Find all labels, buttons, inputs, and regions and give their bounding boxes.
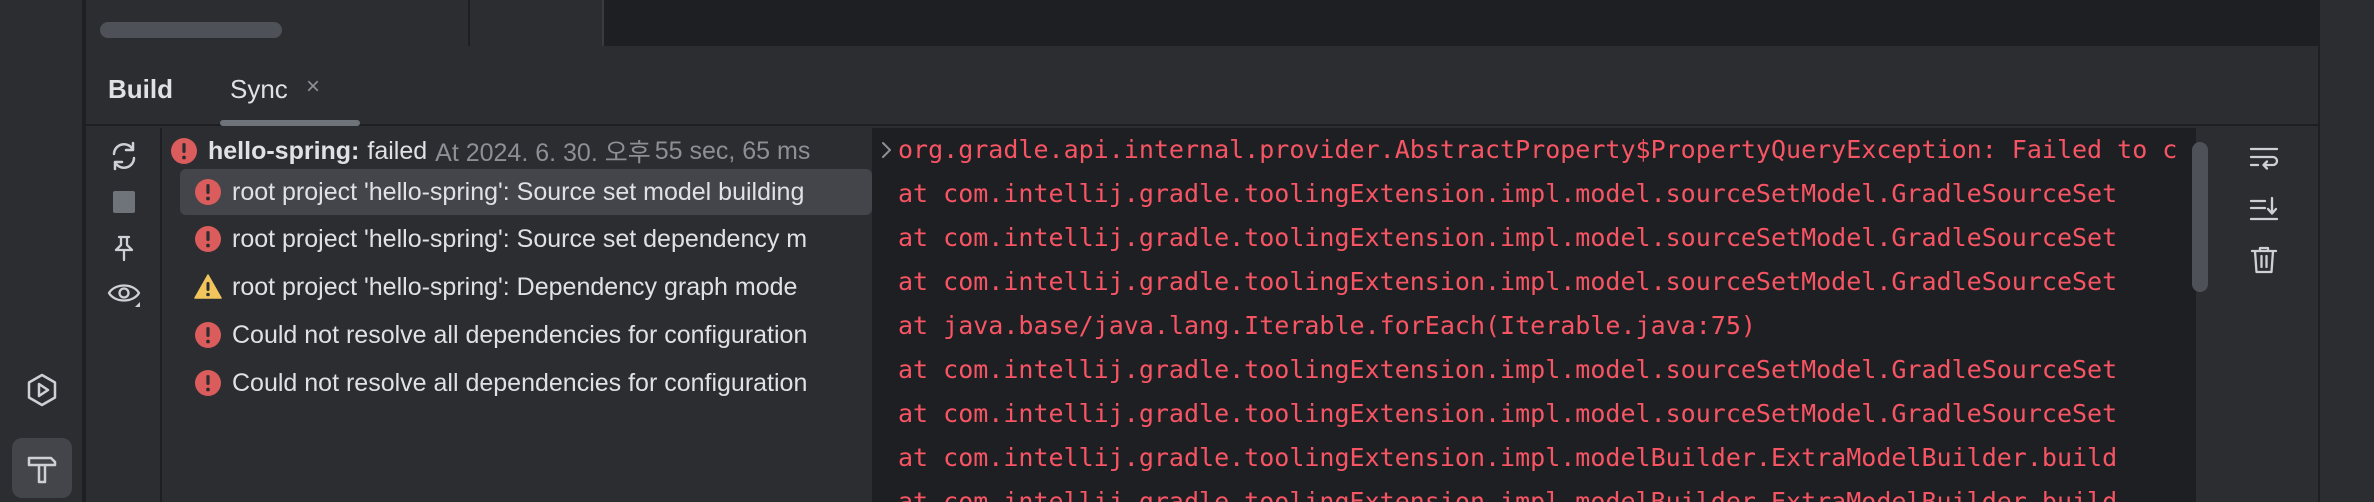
stop-button[interactable]: [104, 182, 144, 222]
build-event-tree: hello-spring: failed At 2024. 6. 30. 오후 …: [164, 128, 872, 502]
trash-icon: [2250, 246, 2278, 274]
console-line: org.gradle.api.internal.provider.Abstrac…: [898, 135, 2178, 164]
pin-button[interactable]: [104, 228, 144, 268]
editor-pane-secondary: [470, 0, 602, 46]
editor-pane: [86, 0, 468, 46]
console-line: at java.base/java.lang.Iterable.forEach(…: [898, 311, 1756, 340]
view-options-button[interactable]: [104, 274, 144, 314]
tree-root-row[interactable]: hello-spring: failed At 2024. 6. 30. 오후 …: [164, 128, 872, 174]
project-name: hello-spring:: [208, 136, 360, 165]
tab-label: Sync: [230, 74, 288, 104]
tree-item-label: root project 'hello-spring': Dependency …: [232, 272, 798, 301]
error-icon: [171, 138, 197, 164]
eye-icon: [107, 284, 141, 307]
stop-icon: [113, 191, 135, 213]
clear-console-button[interactable]: [2244, 240, 2284, 280]
build-tool-button[interactable]: [12, 438, 72, 498]
console-line: at com.intellij.gradle.toolingExtension.…: [898, 487, 2118, 502]
editor-area: [86, 0, 2318, 46]
build-tool-window: Build Sync × hello-spring: failed At 202…: [86, 46, 2318, 502]
console-line: at com.intellij.gradle.toolingExtension.…: [898, 355, 2118, 384]
close-icon[interactable]: ×: [306, 74, 320, 100]
error-icon: [195, 370, 221, 396]
tab-sync[interactable]: Sync ×: [208, 46, 360, 126]
run-tool-button[interactable]: [12, 360, 72, 420]
console-actions-toolbar: [2210, 128, 2318, 502]
resync-button[interactable]: [104, 136, 144, 176]
console-line: at com.intellij.gradle.toolingExtension.…: [898, 443, 2118, 472]
tree-item-label: Could not resolve all dependencies for c…: [232, 320, 808, 349]
active-tab-indicator: [220, 120, 360, 126]
tool-window-title: Build: [108, 74, 173, 104]
tree-item[interactable]: Could not resolve all dependencies for c…: [180, 360, 872, 406]
console-line: at com.intellij.gradle.toolingExtension.…: [898, 223, 2118, 252]
build-status: failed: [367, 136, 428, 165]
error-icon: [195, 226, 221, 252]
sync-icon: [112, 141, 136, 171]
tree-item[interactable]: root project 'hello-spring': Dependency …: [180, 264, 872, 310]
pin-icon: [114, 235, 134, 262]
right-tool-strip: [2318, 0, 2374, 502]
error-icon: [195, 179, 221, 205]
tree-item[interactable]: Could not resolve all dependencies for c…: [180, 312, 872, 358]
console-vertical-scrollbar[interactable]: [2192, 142, 2208, 292]
tree-item[interactable]: root project 'hello-spring': Source set …: [180, 216, 872, 262]
left-tool-strip: [0, 0, 84, 502]
build-timestamp: At 2024. 6. 30. 오후: [435, 139, 651, 167]
tree-item[interactable]: root project 'hello-spring': Source set …: [180, 169, 872, 215]
soft-wrap-button[interactable]: [2244, 138, 2284, 178]
build-hammer-icon: [27, 456, 57, 484]
console-line: at com.intellij.gradle.toolingExtension.…: [898, 399, 2118, 428]
tree-item-label: root project 'hello-spring': Source set …: [232, 177, 805, 206]
build-duration: 55 sec, 65 ms: [654, 136, 811, 165]
tree-item-label: root project 'hello-spring': Source set …: [232, 224, 808, 253]
warning-icon: [194, 274, 222, 299]
divider: [602, 0, 604, 46]
build-toolbar: [86, 128, 162, 502]
run-icon: [27, 373, 57, 407]
soft-wrap-icon: [2249, 147, 2279, 170]
console-output[interactable]: org.gradle.api.internal.provider.Abstrac…: [872, 128, 2196, 502]
tree-item-label: Could not resolve all dependencies for c…: [232, 368, 808, 397]
console-line: at com.intellij.gradle.toolingExtension.…: [898, 179, 2118, 208]
console-line: at com.intellij.gradle.toolingExtension.…: [898, 267, 2118, 296]
scroll-to-end-button[interactable]: [2244, 190, 2284, 230]
error-icon: [195, 322, 221, 348]
editor-horizontal-scrollbar[interactable]: [100, 22, 282, 38]
tool-window-header: Build Sync ×: [86, 46, 2318, 126]
scroll-to-end-icon: [2249, 196, 2279, 221]
